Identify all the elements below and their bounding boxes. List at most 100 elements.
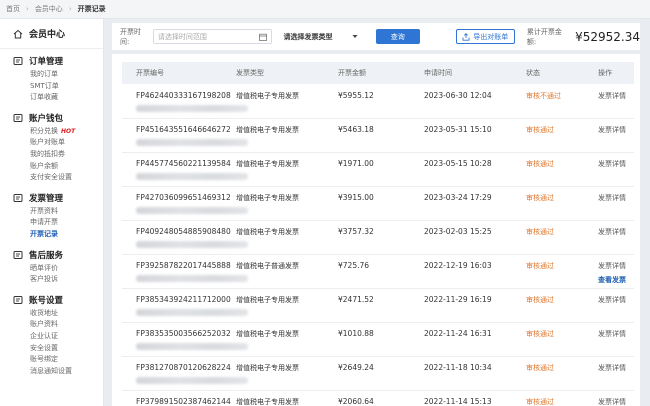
breadcrumb: 首页 › 会员中心 › 开票记录	[0, 0, 650, 19]
invoice-amount: ¥2060.64	[338, 397, 374, 406]
invoice-detail-link[interactable]: 发票详情	[598, 91, 626, 101]
sidebar-item[interactable]: 客户投诉	[0, 274, 103, 286]
table-row: FP383535003566252032 增值税电子专用发票 ¥1010.88 202…	[122, 323, 634, 357]
apply-time: 2023-03-24 17:29	[424, 193, 492, 202]
sidebar-item[interactable]: 支付安全设置	[0, 172, 103, 184]
col-invoice-type: 发票类型	[236, 69, 264, 77]
sidebar-item-label: 客户投诉	[30, 275, 58, 284]
sidebar-item[interactable]: 账户对账单	[0, 137, 103, 149]
invoice-detail-link[interactable]: 发票详情	[598, 397, 626, 406]
sidebar-item[interactable]: 账户资料	[0, 319, 103, 331]
sidebar-item-label: 订单收藏	[30, 93, 58, 102]
sidebar-group-title: 订单管理	[29, 57, 64, 67]
sidebar-member-center[interactable]: 会员中心	[0, 19, 103, 49]
status-badge: 审核通过	[526, 126, 554, 134]
table-row: FP385343924211712000 增值税电子专用发票 ¥2471.52 202…	[122, 289, 634, 323]
breadcrumb-separator: ›	[68, 5, 72, 13]
sidebar-item[interactable]: 申请开票	[0, 217, 103, 229]
table-row: FP381270870120628224 增值税电子专用发票 ¥2649.24 202…	[122, 357, 634, 391]
invoice-type: 增值税电子专用发票	[236, 228, 299, 236]
sidebar-item[interactable]: 收货地址	[0, 308, 103, 320]
invoice-table: 开票编号 发票类型 开票金额 申请时间 状态 操作 FP462440333167…	[112, 54, 640, 406]
invoice-amount: ¥5955.12	[338, 91, 374, 100]
date-range-input[interactable]: 请选择时间范围	[152, 29, 272, 44]
sidebar-item[interactable]: 消息通知设置	[0, 366, 103, 378]
table-row: FP409248054885908480 增值税电子专用发票 ¥3757.32 202…	[122, 221, 634, 255]
col-apply-time: 申请时间	[424, 69, 452, 77]
sidebar-item[interactable]: 晒单评价	[0, 263, 103, 275]
invoice-amount: ¥2649.24	[338, 363, 374, 372]
status-badge: 审核通过	[526, 194, 554, 202]
view-invoice-link[interactable]: 查看发票	[598, 275, 626, 285]
breadcrumb-current: 开票记录	[77, 5, 106, 13]
sidebar-group-title: 账号设置	[29, 295, 64, 306]
sidebar-item[interactable]: 安全设置	[0, 343, 103, 355]
invoice-detail-link[interactable]: 发票详情	[598, 193, 626, 203]
sidebar-item-label: 支付安全设置	[30, 173, 72, 182]
sidebar-item-label: 晒单评价	[30, 263, 58, 272]
invoice-detail-link[interactable]: 发票详情	[598, 295, 626, 305]
apply-time: 2022-11-14 15:13	[424, 397, 492, 406]
col-amount: 开票金额	[338, 69, 366, 77]
invoice-amount: ¥725.76	[338, 261, 370, 270]
breadcrumb-home[interactable]: 首页	[6, 4, 20, 14]
sidebar-group-header: 账户钱包	[0, 110, 103, 126]
table-row: FP445774560221139584 增值税电子专用发票 ¥1971.00 202…	[122, 153, 634, 187]
query-button[interactable]: 查询	[375, 29, 420, 44]
apply-time: 2023-05-15 10:28	[424, 159, 492, 168]
sidebar-item-label: 积分兑换	[30, 126, 58, 135]
invoice-detail-link[interactable]: 发票详情	[598, 227, 626, 237]
sidebar-item-label: 我的抵扣券	[30, 149, 65, 158]
invoice-type: 增值税电子专用发票	[236, 364, 299, 372]
total-amount-value: ¥52952.34	[575, 29, 640, 44]
export-label: 导出对账单	[473, 32, 509, 41]
col-operation: 操作	[598, 69, 612, 77]
sidebar-item[interactable]: 企业认证	[0, 331, 103, 343]
sidebar-item-label: 企业认证	[30, 331, 58, 340]
sidebar-item[interactable]: 我的订单	[0, 69, 103, 81]
sidebar-item[interactable]: 开票资料	[0, 206, 103, 218]
sidebar-group-title: 售后服务	[29, 250, 64, 261]
sidebar-item[interactable]: SMT订单	[0, 81, 103, 93]
redacted-company-name	[136, 275, 248, 282]
redacted-company-name	[136, 241, 248, 248]
invoice-detail-link[interactable]: 发票详情	[598, 125, 626, 135]
sidebar-group-header: 订单管理	[0, 53, 103, 69]
status-badge: 审核通过	[526, 330, 554, 338]
invoice-no: FP379891502387462144	[136, 397, 231, 406]
invoice-detail-link[interactable]: 发票详情	[598, 159, 626, 169]
export-icon	[462, 32, 470, 41]
status-badge: 审核通过	[526, 296, 554, 304]
sidebar-item-label: 账号绑定	[30, 355, 58, 364]
sidebar-group: 售后服务晒单评价客户投诉	[0, 243, 103, 288]
apply-time: 2023-06-30 12:04	[424, 91, 492, 100]
invoice-no: FP462440333167198208	[136, 91, 231, 100]
invoice-detail-link[interactable]: 发票详情	[598, 363, 626, 373]
sidebar-item[interactable]: 开票记录	[0, 229, 103, 241]
export-statement-button[interactable]: 导出对账单	[455, 29, 515, 44]
sidebar-item-label: 账户余额	[30, 161, 58, 170]
invoice-type-value: 请选择发票类型	[283, 32, 333, 41]
breadcrumb-member-center[interactable]: 会员中心	[35, 4, 63, 14]
apply-time: 2022-11-29 16:19	[424, 295, 492, 304]
invoice-type: 增值税电子专用发票	[236, 330, 299, 338]
invoice-no: FP381270870120628224	[136, 363, 231, 372]
sidebar-group: 订单管理我的订单 SMT订单 订单收藏	[0, 49, 103, 106]
invoice-type-select[interactable]: 请选择发票类型	[282, 29, 360, 44]
invoice-amount: ¥5463.18	[338, 125, 374, 134]
sidebar-item[interactable]: 账号绑定	[0, 354, 103, 366]
total-amount-label: 累计开票金额:	[526, 27, 562, 46]
sidebar-item[interactable]: 积分兑换 HOT	[0, 126, 103, 138]
invoice-type: 增值税电子专用发票	[236, 398, 299, 406]
redacted-company-name	[136, 377, 248, 384]
sidebar-item[interactable]: 我的抵扣券	[0, 149, 103, 161]
invoice-icon	[13, 193, 23, 202]
invoice-amount: ¥3757.32	[338, 227, 374, 236]
invoice-detail-link[interactable]: 发票详情	[598, 261, 626, 271]
table-row: FP379891502387462144 增值税电子专用发票 ¥2060.64 202…	[122, 391, 634, 406]
service-icon	[13, 250, 23, 259]
sidebar-item[interactable]: 账户余额	[0, 161, 103, 173]
redacted-company-name	[136, 105, 248, 112]
invoice-detail-link[interactable]: 发票详情	[598, 329, 626, 339]
sidebar-item[interactable]: 订单收藏	[0, 92, 103, 104]
